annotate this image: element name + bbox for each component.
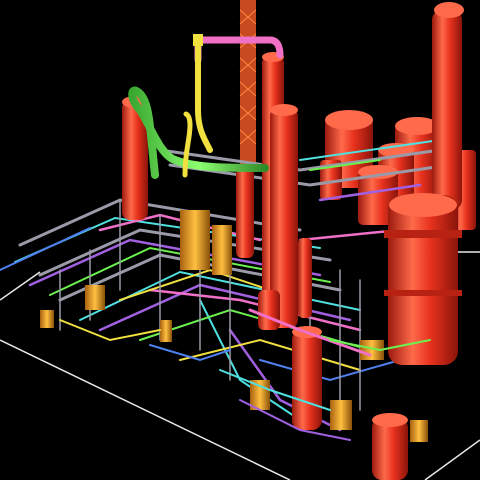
refinery-3d-render (0, 0, 480, 480)
stack-flare (239, 0, 257, 170)
large-vessel-right (384, 193, 462, 365)
tall-column-right (432, 2, 464, 210)
